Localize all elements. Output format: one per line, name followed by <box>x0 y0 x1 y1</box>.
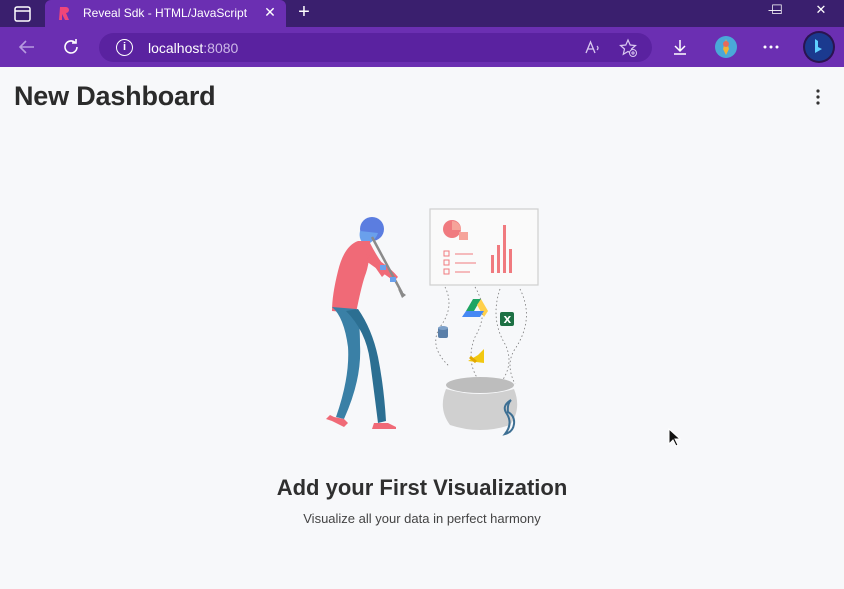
refresh-icon[interactable] <box>59 35 83 59</box>
tab-close-icon[interactable]: ✕ <box>262 4 278 20</box>
svg-text:X: X <box>504 315 512 326</box>
maximize-button[interactable]: ☐ <box>754 0 800 27</box>
download-icon[interactable] <box>668 35 692 59</box>
empty-state-illustration: X <box>300 207 550 442</box>
back-icon[interactable] <box>15 35 39 59</box>
bing-icon[interactable] <box>803 31 835 63</box>
tab-title: Reveal Sdk - HTML/JavaScript <box>83 6 248 20</box>
profile-icon[interactable] <box>714 35 738 59</box>
add-favorite-icon[interactable] <box>618 38 638 58</box>
address-port: :8080 <box>203 40 239 56</box>
address-bar[interactable]: i localhost:8080 <box>99 33 652 62</box>
address-url[interactable]: localhost:8080 <box>148 40 238 56</box>
more-icon[interactable] <box>759 35 783 59</box>
dashboard-page: New Dashboard X Add your First Visualiza… <box>0 67 844 589</box>
close-window-button[interactable]: ✕ <box>798 0 844 27</box>
mouse-cursor-icon <box>668 427 682 448</box>
address-host: localhost <box>148 40 204 56</box>
info-icon[interactable]: i <box>116 39 133 56</box>
browser-titlebar: Reveal Sdk - HTML/JavaScript ✕ + — ✕ <box>0 0 844 27</box>
page-title[interactable]: New Dashboard <box>14 81 216 112</box>
read-aloud-icon[interactable] <box>583 38 603 58</box>
reveal-favicon-icon <box>57 6 69 21</box>
empty-state-title: Add your First Visualization <box>276 475 568 500</box>
dashboard-menu-icon[interactable] <box>808 87 828 107</box>
new-tab-button[interactable]: + <box>293 2 315 23</box>
browser-toolbar: i localhost:8080 <box>0 27 844 67</box>
empty-state-subtitle: Visualize all your data in perfect harmo… <box>303 511 541 526</box>
tab-actions-icon[interactable] <box>8 4 34 24</box>
browser-tab[interactable]: Reveal Sdk - HTML/JavaScript ✕ <box>45 0 286 27</box>
